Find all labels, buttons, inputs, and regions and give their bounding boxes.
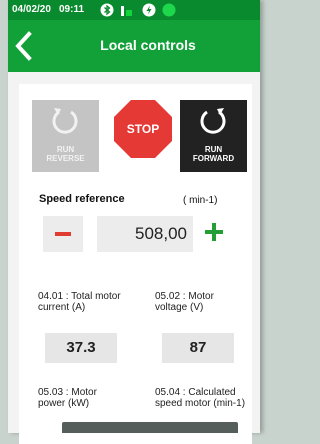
connection-status-icon: [162, 3, 176, 17]
param-motor-voltage-value: 87: [162, 333, 234, 363]
minus-icon: [55, 232, 71, 236]
app-bar: Local controls: [8, 20, 260, 72]
signal-icon: [121, 6, 132, 16]
decrease-speed-button[interactable]: [43, 216, 83, 252]
speed-reference-input[interactable]: 508,00: [97, 216, 193, 252]
status-time: 09:11: [59, 4, 85, 15]
run-reverse-label: RUN REVERSE: [46, 145, 85, 163]
rotate-cw-icon: [200, 108, 226, 134]
increase-speed-button[interactable]: [202, 220, 226, 244]
rotate-ccw-icon: [52, 108, 78, 134]
run-reverse-button[interactable]: RUN REVERSE: [32, 100, 99, 172]
run-forward-label: RUN FORWARD: [192, 145, 235, 163]
param-calculated-speed-label: 05.04 : Calculated speed motor (min-1): [155, 387, 246, 409]
stop-button[interactable]: STOP: [113, 99, 173, 159]
stop-label: STOP: [126, 122, 160, 136]
param-total-current-label: 04.01 : Total motor current (A): [38, 291, 121, 313]
param-motor-power-label: 05.03 : Motor power (kW): [38, 387, 97, 409]
run-forward-button[interactable]: RUN FORWARD: [180, 100, 247, 172]
power-icon: [142, 3, 156, 17]
param-total-current-value: 37.3: [45, 333, 117, 363]
speed-unit-label: ( min-1): [183, 195, 218, 206]
overlay-status-strip: [62, 422, 238, 433]
param-motor-voltage-label: 05.02 : Motor voltage (V): [155, 291, 214, 313]
back-arrow-icon[interactable]: [12, 30, 36, 62]
status-date: 04/02/20: [12, 4, 51, 15]
speed-reference-label: Speed reference: [39, 193, 125, 205]
page-title: Local controls: [100, 37, 196, 53]
bluetooth-icon: [100, 3, 114, 17]
status-bar: 04/02/20 09:11: [8, 0, 260, 20]
